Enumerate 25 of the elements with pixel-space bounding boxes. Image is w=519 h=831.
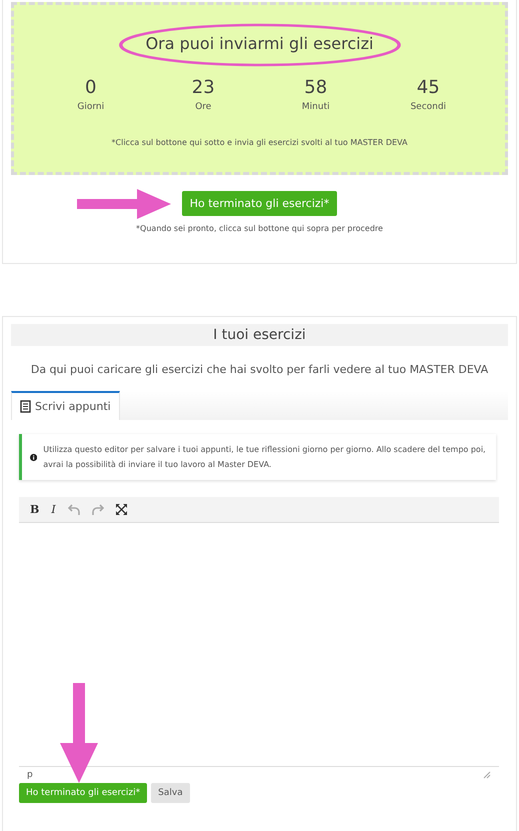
redo-icon <box>92 504 104 515</box>
countdown-number: 45 <box>416 77 440 98</box>
instruction-text: *Clicca sul bottone qui sotto e invia gli esercizi svolti al tuo MASTER DEVA <box>112 138 408 147</box>
section-subtitle: Da qui puoi caricare gli esercizi che hai svolto per farli vedere al tuo MASTER DEVA <box>30 363 490 376</box>
countdown-title: Ora puoi inviarmi gli esercizi <box>146 33 374 55</box>
countdown-number: 23 <box>192 77 215 98</box>
undo-icon <box>68 504 80 515</box>
italic-button[interactable]: I <box>48 503 59 516</box>
countdown-unit: Ore <box>195 102 212 112</box>
bold-button[interactable]: B <box>27 503 42 516</box>
countdown-number: 0 <box>85 77 96 98</box>
countdown-unit: Giorni <box>77 102 104 112</box>
info-text: Utilizza questo editor per salvare i tuoi appunti, le tue riflessioni giorno per giorno. Allo scadere del tempo poi, avrai la possibilità di inviare il tuo lavoro al Master DEVA. <box>43 444 486 471</box>
hint-text: *Quando sei pronto, clicca sul bottone qui sopra per procedre <box>135 224 384 233</box>
document-icon <box>20 400 31 413</box>
countdown-unit: Minuti <box>302 102 330 112</box>
section-heading: I tuoi esercizi <box>11 324 508 346</box>
notes-tab[interactable]: Scrivi appunti <box>11 391 120 420</box>
countdown-unit: Secondi <box>410 102 446 112</box>
element-path: p <box>27 770 33 780</box>
info-icon <box>30 452 38 462</box>
resize-handle-icon[interactable] <box>483 771 491 779</box>
save-button[interactable]: Salva <box>151 783 190 803</box>
fullscreen-icon <box>116 504 127 515</box>
countdown-number: 58 <box>304 77 328 98</box>
